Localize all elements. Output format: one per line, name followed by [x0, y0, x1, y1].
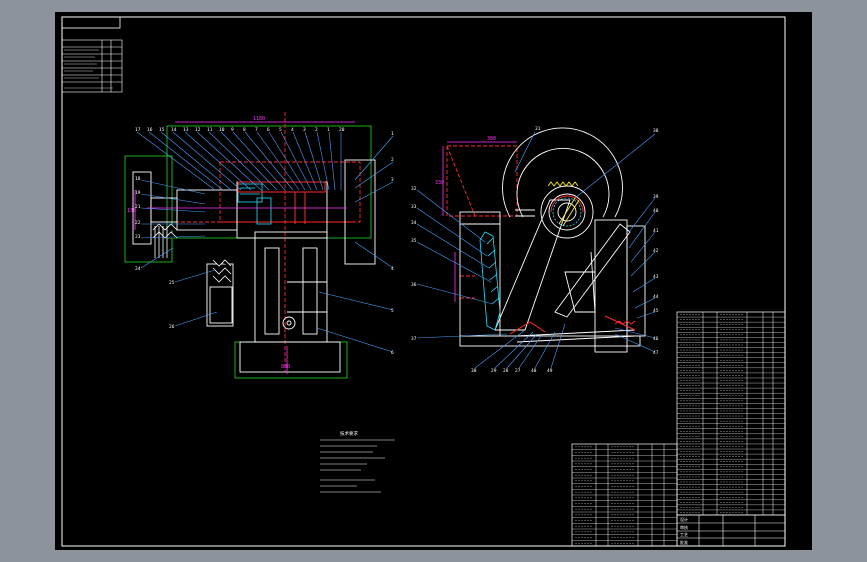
svg-text:17: 17 — [135, 127, 141, 133]
svg-text:34: 34 — [411, 220, 417, 226]
svg-text:25: 25 — [169, 280, 175, 286]
revision-table — [61, 39, 123, 93]
svg-text:6: 6 — [391, 350, 394, 356]
svg-text:46: 46 — [653, 336, 659, 342]
drawing-viewport[interactable]: 1 30 1180 800 17 16 15 14 13 12 11 10 9 8… — [55, 12, 812, 550]
cad-window: 1 30 1180 800 17 16 15 14 13 12 11 10 9 8… — [0, 0, 867, 562]
svg-text:35: 35 — [411, 238, 417, 244]
svg-text:24: 24 — [135, 266, 141, 272]
svg-text:6: 6 — [267, 127, 270, 133]
svg-text:13: 13 — [183, 127, 189, 133]
svg-text:800: 800 — [281, 364, 290, 370]
svg-text:27: 27 — [515, 368, 521, 374]
svg-text:7: 7 — [255, 127, 258, 133]
svg-text:3: 3 — [391, 177, 394, 183]
svg-text:20: 20 — [339, 127, 345, 133]
svg-text:43: 43 — [653, 274, 659, 280]
svg-text:5: 5 — [279, 127, 282, 133]
svg-text:42: 42 — [653, 248, 659, 254]
svg-text:330: 330 — [435, 180, 444, 186]
bottom-parts-table — [571, 443, 678, 547]
svg-text:15: 15 — [159, 127, 165, 133]
parts-list-table — [676, 311, 786, 516]
svg-text:31: 31 — [535, 126, 541, 132]
svg-text:5: 5 — [391, 308, 394, 314]
svg-text:37: 37 — [411, 336, 417, 342]
svg-text:2: 2 — [315, 127, 318, 133]
svg-text:36: 36 — [411, 282, 417, 288]
title-label-process: 工艺 — [680, 532, 688, 537]
svg-text:41: 41 — [653, 228, 659, 234]
svg-text:8: 8 — [243, 127, 246, 133]
svg-text:1180: 1180 — [253, 116, 265, 122]
svg-text:48: 48 — [531, 368, 537, 374]
svg-text:28: 28 — [503, 368, 509, 374]
svg-text:29: 29 — [491, 368, 497, 374]
svg-text:2: 2 — [391, 157, 394, 163]
svg-text:14: 14 — [171, 127, 177, 133]
svg-text:380: 380 — [487, 136, 496, 142]
svg-text:23: 23 — [135, 234, 141, 240]
svg-text:16: 16 — [147, 127, 153, 133]
svg-text:4: 4 — [391, 266, 394, 272]
svg-text:38: 38 — [653, 128, 659, 134]
title-block — [676, 514, 786, 547]
svg-text:18: 18 — [135, 176, 141, 182]
front-section-view: 330 380 3233 3435 3637 3839 4041 4243 44… — [411, 126, 659, 374]
svg-text:30: 30 — [471, 368, 477, 374]
svg-text:19: 19 — [135, 190, 141, 196]
svg-text:40: 40 — [653, 208, 659, 214]
svg-text:1: 1 — [391, 131, 394, 137]
svg-text:21: 21 — [135, 204, 141, 210]
svg-text:49: 49 — [547, 368, 553, 374]
sheet-tab — [61, 16, 121, 29]
title-block-labels: 设计 审核 工艺 批准 — [680, 516, 688, 545]
side-section-view: 130 1180 800 17 16 15 14 13 12 11 10 9 8… — [124, 112, 394, 379]
cad-drawing: 1 30 1180 800 17 16 15 14 13 12 11 10 9 8… — [61, 16, 786, 547]
svg-text:9: 9 — [231, 127, 234, 133]
svg-text:39: 39 — [653, 194, 659, 200]
svg-text:4: 4 — [291, 127, 294, 133]
svg-text:1: 1 — [327, 127, 330, 133]
svg-text:26: 26 — [169, 324, 175, 330]
svg-text:32: 32 — [411, 186, 417, 192]
technical-requirements: 技术要求 — [320, 430, 395, 493]
svg-text:3: 3 — [303, 127, 306, 133]
svg-text:45: 45 — [653, 308, 659, 314]
svg-text:33: 33 — [411, 204, 417, 210]
title-label-approve: 批准 — [680, 539, 688, 545]
svg-text:12: 12 — [195, 127, 201, 133]
tech-requirements-heading: 技术要求 — [340, 430, 358, 437]
svg-text:47: 47 — [653, 350, 659, 356]
title-label-check: 审核 — [680, 524, 688, 530]
svg-text:11: 11 — [207, 127, 213, 133]
svg-text:10: 10 — [219, 127, 225, 133]
svg-text:44: 44 — [653, 294, 659, 300]
svg-text:22: 22 — [135, 220, 141, 226]
title-label-design: 设计 — [680, 516, 688, 522]
